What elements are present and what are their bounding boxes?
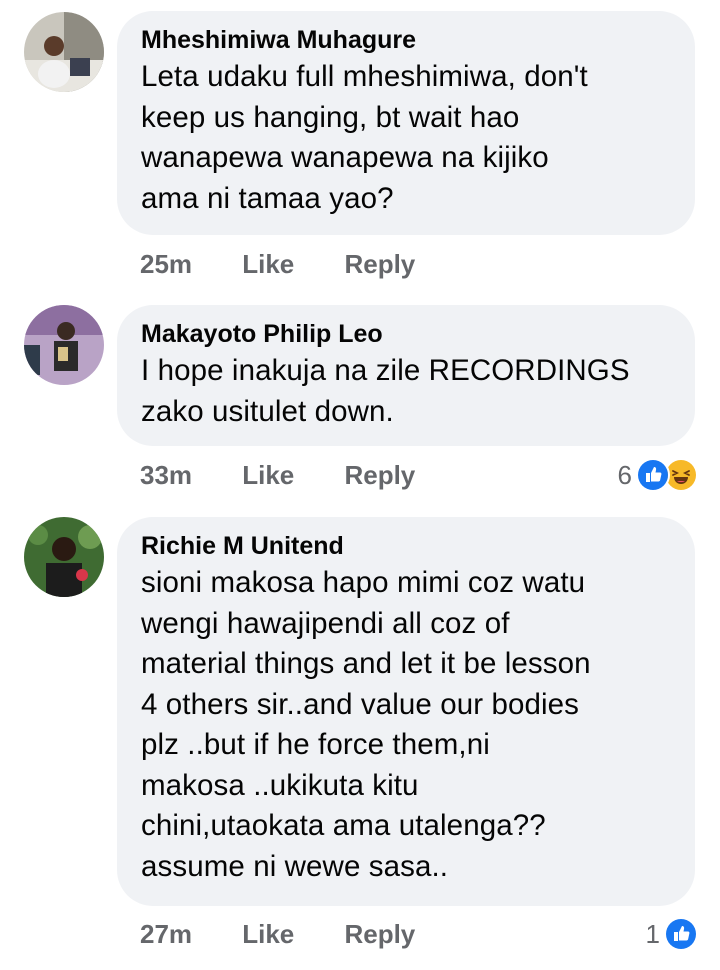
comment-timestamp[interactable]: 33m xyxy=(140,455,235,495)
comment-text-line: I hope inakuja na zile RECORDINGS xyxy=(141,354,630,387)
reaction-count: 1 xyxy=(645,918,660,949)
reaction-summary[interactable]: 6 xyxy=(618,455,698,495)
comment-text-line: makosa ..ukikuta kitu xyxy=(141,768,419,802)
comment-text-line: wengi hawajipendi all coz of xyxy=(141,606,510,640)
avatar[interactable] xyxy=(24,517,104,597)
comment-text-line: 4 others sir..and value our bodies xyxy=(141,687,579,721)
comment-text-line: assume ni wewe sasa.. xyxy=(141,849,449,883)
comment-bubble: Mheshimiwa Muhagure Leta udaku full mhes… xyxy=(117,11,695,235)
comment-actions: 27m Like Reply xyxy=(140,914,415,954)
comment-text-line: Leta udaku full mheshimiwa, don't xyxy=(141,60,588,93)
comment-text-line: zako usitulet down. xyxy=(141,394,394,428)
comment-author[interactable]: Mheshimiwa Muhagure xyxy=(141,25,671,55)
avatar[interactable] xyxy=(24,305,104,385)
comment-text-line: keep us hanging, bt wait hao xyxy=(141,100,520,134)
comment-text-line: wanapewa wanapewa na kijiko xyxy=(141,141,549,174)
like-reaction-icon xyxy=(664,917,698,951)
like-button[interactable]: Like xyxy=(242,244,337,284)
comment-timestamp[interactable]: 27m xyxy=(140,914,235,954)
like-button[interactable]: Like xyxy=(242,455,337,495)
reaction-count: 6 xyxy=(617,459,632,490)
reply-button[interactable]: Reply xyxy=(344,914,415,954)
comment-text-line: ama ni tamaa yao? xyxy=(141,181,394,215)
comment-actions: 25m Like Reply xyxy=(140,244,415,284)
reply-button[interactable]: Reply xyxy=(344,244,415,284)
comment-text-line: chini,utaokata ama utalenga?? xyxy=(141,809,546,842)
avatar[interactable] xyxy=(24,12,104,92)
comment-text-line: sioni makosa hapo mimi coz watu xyxy=(141,566,586,599)
comment-actions: 33m Like Reply xyxy=(140,455,415,495)
comment-text-line: plz ..but if he force them,ni xyxy=(141,728,490,761)
like-reaction-icon xyxy=(636,458,670,492)
reaction-summary[interactable]: 1 xyxy=(646,914,698,954)
comment-author[interactable]: Richie M Unitend xyxy=(141,531,671,561)
like-button[interactable]: Like xyxy=(242,914,337,954)
comment-text-line: material things and let it be lesson xyxy=(141,647,591,680)
comment-author[interactable]: Makayoto Philip Leo xyxy=(141,319,671,349)
comment-bubble: Makayoto Philip Leo I hope inakuja na zi… xyxy=(117,305,695,446)
comment-bubble: Richie M Unitend sioni makosa hapo mimi … xyxy=(117,517,695,906)
comment-timestamp[interactable]: 25m xyxy=(140,244,235,284)
reply-button[interactable]: Reply xyxy=(344,455,415,495)
